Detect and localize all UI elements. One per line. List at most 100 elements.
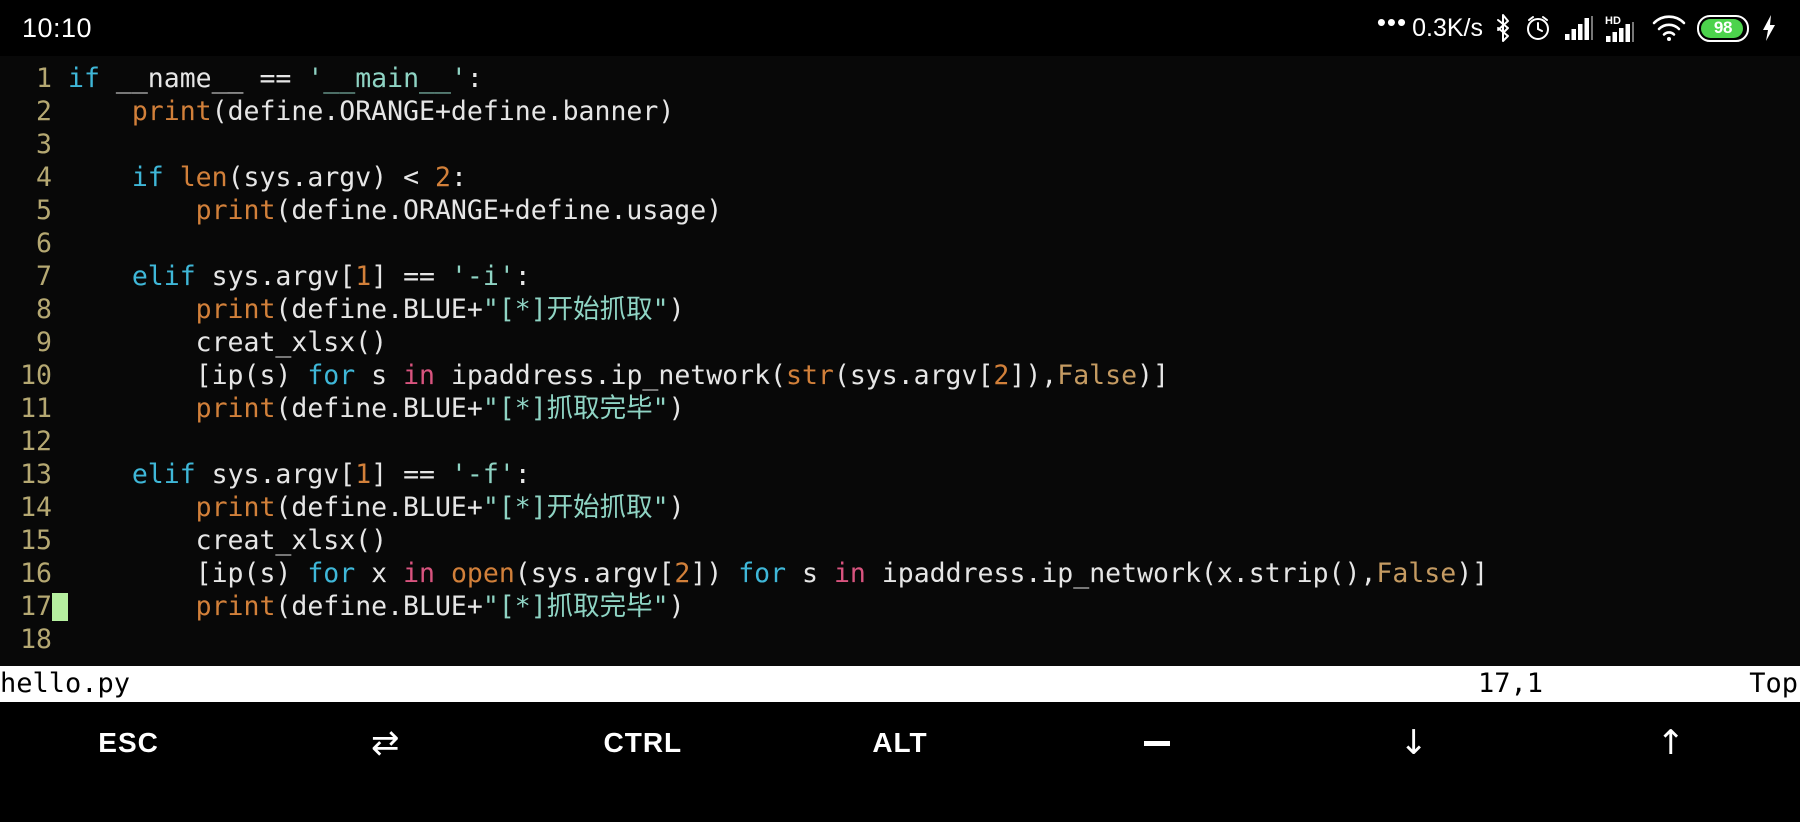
arrow-down-icon: ↓ [1399,723,1430,763]
code-token: print [195,294,276,325]
line-number: 11 [20,393,52,424]
code-token: ] == [371,261,451,292]
code-line[interactable]: 1 if __name__ == '__main__': [0,62,1800,95]
code-token: "[*]抓取完毕" [482,591,669,622]
code-line[interactable]: 17 print(define.BLUE+"[*]抓取完毕") [0,590,1800,623]
code-token: ipaddress.ip_network(x.strip(), [865,558,1377,589]
code-token: in [833,558,866,589]
status-scroll-indicator: Top [1749,668,1798,699]
code-token: '-f' [450,459,515,490]
code-token: open [450,558,515,589]
code-line[interactable]: 4 if len(sys.argv) < 2: [0,161,1800,194]
line-number: 3 [36,129,52,160]
line-number: 9 [36,327,52,358]
code-token: 1 [355,261,372,292]
status-icons-group: ••• 0.3K/s HD 98 [1377,9,1778,43]
code-token: False [1057,360,1138,391]
code-line[interactable]: 13 elif sys.argv[1] == '-f': [0,458,1800,491]
line-number: 10 [20,360,52,391]
arrow-up-icon: ↑ [1656,723,1687,763]
code-token: creat_xlsx() [68,525,388,556]
phone-screen: 10:10 ••• 0.3K/s HD 98 1 if __name__ == … [0,0,1800,822]
code-token: '-i' [450,261,515,292]
extra-keys-toolbar: ESC ⇄ CTRL ALT ↓ ↑ [0,702,1800,822]
code-token: print [195,393,276,424]
code-line[interactable]: 12 [0,425,1800,458]
esc-key[interactable]: ESC [0,702,257,822]
minus-key[interactable] [1029,702,1286,822]
code-token: ] == [371,459,451,490]
code-token: "[*]抓取完毕" [482,393,669,424]
code-token: (define.ORANGE+define.usage) [275,195,723,226]
arrow-up-key[interactable]: ↑ [1543,702,1800,822]
code-token: : [450,162,467,193]
code-line[interactable]: 2 print(define.ORANGE+define.banner) [0,95,1800,128]
code-line[interactable]: 5 print(define.ORANGE+define.usage) [0,194,1800,227]
code-token: ]), [1009,360,1058,391]
code-token: print [131,96,212,127]
code-line[interactable]: 8 print(define.BLUE+"[*]开始抓取") [0,293,1800,326]
wifi-icon [1652,15,1686,41]
code-token: : [514,261,531,292]
code-editor[interactable]: 1 if __name__ == '__main__': 2 print(defin… [0,56,1800,666]
arrow-down-key[interactable]: ↓ [1286,702,1543,822]
line-number: 6 [36,228,52,259]
charging-bolt-icon [1760,13,1778,43]
line-number: 15 [20,525,52,556]
code-token: str [786,360,834,391]
tab-key[interactable]: ⇄ [257,702,514,822]
network-speed-label: 0.3K/s [1412,13,1483,42]
code-token: in [403,360,435,391]
signal-2-hd-icon: HD [1605,13,1641,43]
code-token: (define.ORANGE+define.banner) [211,96,675,127]
line-number: 7 [36,261,52,292]
code-line[interactable]: 11 print(define.BLUE+"[*]抓取完毕") [0,392,1800,425]
code-token: (define.BLUE+ [275,492,483,523]
line-number: 17 [20,591,52,622]
code-token: (define.BLUE+ [275,591,483,622]
battery-icon: 98 [1697,14,1749,42]
code-token: '__main__' [307,63,467,94]
code-token: : [466,63,483,94]
code-token: )] [1456,558,1489,589]
code-token: sys.argv[ [195,261,356,292]
code-line[interactable]: 18 [0,623,1800,656]
code-token: 2 [993,360,1010,391]
code-token: print [195,591,276,622]
code-token: if [131,162,164,193]
code-token: )] [1137,360,1169,391]
battery-percent-label: 98 [1713,18,1733,37]
code-line[interactable]: 7 elif sys.argv[1] == '-i': [0,260,1800,293]
code-line[interactable]: 16 [ip(s) for x in open(sys.argv[2]) for… [0,557,1800,590]
key-label: ESC [98,727,159,758]
code-token: 1 [355,459,372,490]
code-line[interactable]: 10 [ip(s) for s in ipaddress.ip_network(… [0,359,1800,392]
code-token: __name__ == [99,63,308,94]
code-token: in [403,558,435,589]
code-line[interactable]: 14 print(define.BLUE+"[*]开始抓取") [0,491,1800,524]
signal-1-icon [1564,15,1594,41]
code-token: ) [668,393,685,424]
code-token: (define.BLUE+ [275,294,483,325]
line-number: 12 [20,426,52,457]
code-token: print [195,492,276,523]
code-token: for [307,558,356,589]
alt-key[interactable]: ALT [771,702,1028,822]
code-line[interactable]: 9 creat_xlsx() [0,326,1800,359]
code-token: ) [668,492,685,523]
code-token: "[*]开始抓取" [482,492,669,523]
code-token: (define.BLUE+ [275,393,483,424]
code-line[interactable]: 15 creat_xlsx() [0,524,1800,557]
ctrl-key[interactable]: CTRL [514,702,771,822]
code-token: len [179,162,228,193]
code-line[interactable]: 3 [0,128,1800,161]
code-line[interactable]: 6 [0,227,1800,260]
code-token: ipaddress.ip_network( [435,360,786,391]
vim-status-line: hello.py 17,1 Top [0,666,1800,702]
key-label: ALT [872,727,928,758]
